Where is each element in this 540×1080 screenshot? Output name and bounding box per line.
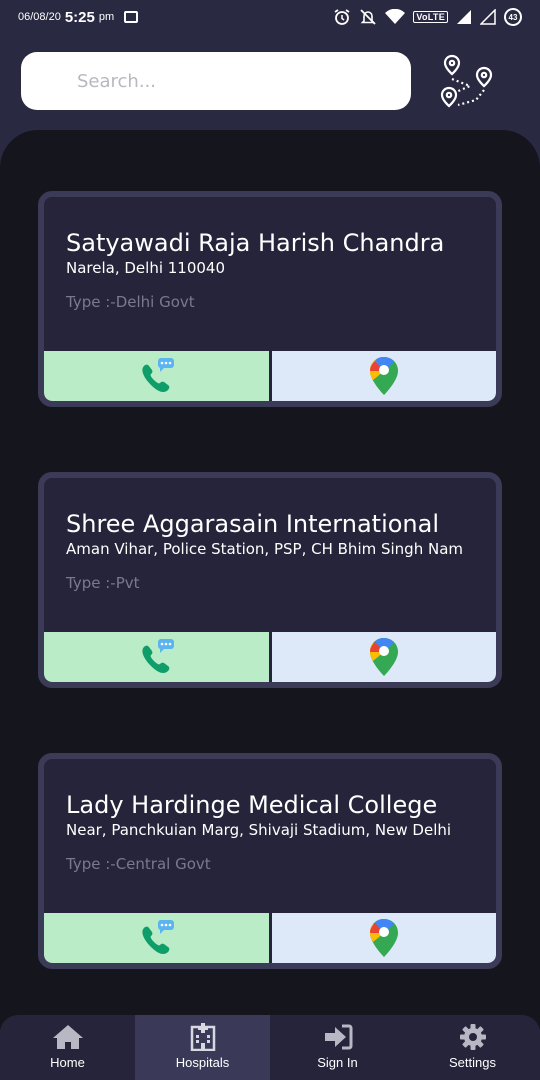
hospital-icon bbox=[187, 1023, 219, 1051]
directions-button[interactable] bbox=[271, 632, 496, 682]
hospital-name: Shree Aggarasain International bbox=[66, 510, 440, 538]
nav-settings-label: Settings bbox=[449, 1055, 496, 1070]
signal-empty-icon bbox=[480, 9, 496, 25]
card-actions bbox=[44, 632, 496, 682]
nav-settings[interactable]: Settings bbox=[405, 1015, 540, 1080]
directions-button[interactable] bbox=[271, 913, 496, 963]
status-icons: VoLTE 43 bbox=[333, 8, 522, 26]
hospital-type: Type :-Pvt bbox=[66, 574, 140, 592]
card-actions bbox=[44, 351, 496, 401]
route-pins-icon bbox=[440, 54, 493, 108]
phone-chat-icon bbox=[142, 920, 175, 955]
volte-badge: VoLTE bbox=[413, 11, 448, 23]
hospital-name: Satyawadi Raja Harish Chandra bbox=[66, 229, 445, 257]
nav-home-label: Home bbox=[50, 1055, 85, 1070]
wifi-icon bbox=[385, 9, 406, 24]
notifications-off-icon bbox=[360, 9, 376, 25]
nav-hospitals[interactable]: Hospitals bbox=[135, 1015, 270, 1080]
sign-in-icon bbox=[322, 1023, 354, 1051]
bottom-navigation: Home Hospitals Sign In Settings bbox=[0, 1015, 540, 1080]
nav-hospitals-label: Hospitals bbox=[175, 1055, 230, 1070]
hospital-list-panel: Satyawadi Raja Harish Chandra Narela, De… bbox=[0, 130, 540, 1030]
hospital-address: Narela, Delhi 110040 bbox=[66, 259, 226, 277]
call-button[interactable] bbox=[44, 351, 269, 401]
search-input[interactable] bbox=[77, 70, 377, 92]
status-time: 5:25 bbox=[64, 8, 95, 26]
gear-icon bbox=[457, 1023, 489, 1051]
call-button[interactable] bbox=[44, 913, 269, 963]
image-notification-icon bbox=[124, 11, 139, 23]
google-maps-icon bbox=[369, 919, 398, 957]
phone-chat-icon bbox=[142, 358, 175, 393]
status-date: 06/08/20 bbox=[18, 11, 61, 23]
google-maps-icon bbox=[369, 638, 398, 676]
hospital-card[interactable]: Lady Hardinge Medical College Near, Panc… bbox=[38, 753, 502, 969]
nav-home[interactable]: Home bbox=[0, 1015, 135, 1080]
call-button[interactable] bbox=[44, 632, 269, 682]
phone-chat-icon bbox=[142, 639, 175, 674]
alarm-icon bbox=[334, 9, 350, 25]
battery-icon: 43 bbox=[504, 8, 522, 26]
card-actions bbox=[44, 913, 496, 963]
search-bar[interactable] bbox=[21, 52, 411, 110]
signal-icon bbox=[457, 10, 471, 24]
hospital-card[interactable]: Satyawadi Raja Harish Chandra Narela, De… bbox=[38, 191, 502, 407]
status-bar: 06/08/20 5:25 pm VoLTE 43 bbox=[0, 0, 540, 34]
hospital-name: Lady Hardinge Medical College bbox=[66, 791, 438, 819]
status-ampm: pm bbox=[98, 11, 115, 23]
nav-sign-in-label: Sign In bbox=[317, 1055, 358, 1070]
route-map-button[interactable] bbox=[436, 50, 498, 112]
hospital-address: Near, Panchkuian Marg, Shivaji Stadium, … bbox=[66, 821, 452, 839]
hospital-type: Type :-Delhi Govt bbox=[66, 293, 195, 311]
hospital-type: Type :-Central Govt bbox=[66, 855, 211, 873]
home-icon bbox=[52, 1023, 84, 1051]
directions-button[interactable] bbox=[271, 351, 496, 401]
hospital-address: Aman Vihar, Police Station, PSP, CH Bhim… bbox=[66, 540, 464, 558]
nav-sign-in[interactable]: Sign In bbox=[270, 1015, 405, 1080]
google-maps-icon bbox=[369, 357, 398, 395]
hospital-card[interactable]: Shree Aggarasain International Aman Viha… bbox=[38, 472, 502, 688]
